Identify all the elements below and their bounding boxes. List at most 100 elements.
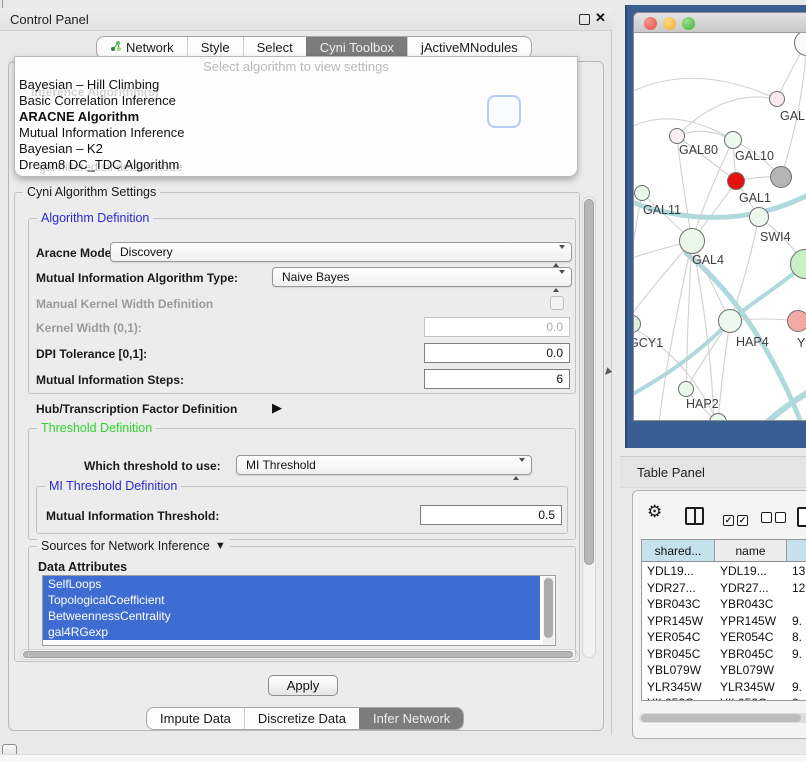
aracne-mode-select[interactable]: Discovery xyxy=(110,242,572,262)
dropdown-item[interactable]: Basic Correlation Inference xyxy=(19,93,176,109)
bottom-strip xyxy=(0,754,806,762)
table-panel: ⚙ ✓✓ shared... name YDL19...YDL19...13 Y… xyxy=(632,490,806,739)
tab-cyni-toolbox[interactable]: Cyni Toolbox xyxy=(306,37,407,58)
mi-steps-field[interactable]: 6 xyxy=(424,369,570,389)
table-panel-titlebar: Table Panel xyxy=(620,456,806,488)
table-row[interactable]: YDR27...YDR27...12 xyxy=(642,580,806,597)
tab-style[interactable]: Style xyxy=(187,37,243,58)
hub-definition-label: Hub/Transcription Factor Definition xyxy=(36,402,237,416)
algorithm-definition-title: Algorithm Definition xyxy=(37,211,153,225)
mi-threshold-field[interactable]: 0.5 xyxy=(420,505,562,525)
show-columns-icon[interactable]: ✓✓ xyxy=(723,510,751,528)
application-root: Control Panel ✕ Network Style Select Cyn… xyxy=(0,0,806,762)
gear-icon[interactable]: ⚙ xyxy=(647,502,662,522)
node-label: GAL xyxy=(780,109,805,123)
table-horizontal-scrollbar-thumb[interactable] xyxy=(641,714,801,722)
table-row[interactable]: YBR043CYBR043C xyxy=(642,596,806,613)
node-label: GAL10 xyxy=(735,149,774,163)
table-row[interactable]: YBR045CYBR045C9. xyxy=(642,646,806,663)
list-item[interactable]: gal4RGexp xyxy=(43,624,540,640)
control-panel-window: Control Panel ✕ Network Style Select Cyn… xyxy=(0,8,612,735)
mi-algorithm-type-label: Mutual Information Algorithm Type: xyxy=(36,271,238,285)
tab-impute-data[interactable]: Impute Data xyxy=(147,708,244,729)
dropdown-item[interactable]: Mutual Information Inference xyxy=(19,125,184,141)
column-header-shared-name[interactable]: shared... xyxy=(642,540,715,562)
node-label: SWI4 xyxy=(760,230,791,244)
network-node-gal80[interactable] xyxy=(669,128,685,144)
network-node-gal1-selected[interactable] xyxy=(727,172,745,190)
table-row[interactable]: YDL19...YDL19...13 xyxy=(642,563,806,580)
network-icon xyxy=(110,37,122,58)
list-item[interactable]: TopologicalCoefficient xyxy=(43,592,540,608)
table-row[interactable]: YBL079WYBL079W xyxy=(642,662,806,679)
list-item[interactable]: SelfLoops xyxy=(43,576,540,592)
node-label: GCY1 xyxy=(634,336,663,350)
network-node-hap2[interactable] xyxy=(678,381,694,397)
mi-algorithm-type-select[interactable]: Naive Bayes xyxy=(272,267,572,287)
dropdown-item[interactable]: Bayesian – Hill Climbing xyxy=(19,77,159,93)
manual-kernel-width-checkbox[interactable] xyxy=(550,296,564,310)
node-label: GAL80 xyxy=(679,143,718,157)
settings-vertical-scrollbar[interactable] xyxy=(582,196,596,658)
network-node-swi4[interactable] xyxy=(749,207,769,227)
network-node[interactable] xyxy=(769,91,785,107)
data-attributes-label: Data Attributes xyxy=(38,560,127,574)
combo-arrows-icon xyxy=(513,460,525,478)
tab-network-label: Network xyxy=(126,37,174,58)
network-node-gal4[interactable] xyxy=(679,228,705,254)
network-node-gal11[interactable] xyxy=(634,185,650,201)
settings-vertical-scrollbar-thumb[interactable] xyxy=(584,199,594,565)
network-node-gal10[interactable] xyxy=(724,131,742,149)
table-row[interactable]: YLR345WYLR345W9. xyxy=(642,679,806,696)
cyni-algorithm-settings-title: Cyni Algorithm Settings xyxy=(23,185,160,199)
network-node-gray[interactable] xyxy=(770,166,792,188)
dropdown-item[interactable]: Dream8 DC_TDC Algorithm xyxy=(19,157,179,173)
data-attributes-list: SelfLoops TopologicalCoefficient Between… xyxy=(42,575,556,646)
table-panel-title: Table Panel xyxy=(637,465,705,480)
bottom-tabbar: Impute Data Discretize Data Infer Networ… xyxy=(146,707,464,730)
node-label: Y xyxy=(797,336,805,350)
table-row[interactable]: YPR145WYPR145W9. xyxy=(642,613,806,630)
dpi-tolerance-field[interactable]: 0.0 xyxy=(424,343,570,363)
hide-columns-icon[interactable] xyxy=(761,510,789,528)
node-label: GAL11 xyxy=(643,203,681,217)
aracne-mode-label: Aracne Mode: xyxy=(36,246,115,260)
control-panel-titlebar: Control Panel ✕ xyxy=(0,8,612,31)
manual-kernel-width-label: Manual Kernel Width Definition xyxy=(36,297,213,311)
network-node-salmon[interactable] xyxy=(787,310,806,332)
close-traffic-light-icon[interactable] xyxy=(644,17,657,30)
tab-jactivemnodules[interactable]: jActiveMNodules xyxy=(407,37,531,58)
tab-infer-network[interactable]: Infer Network xyxy=(359,708,463,729)
which-threshold-label: Which threshold to use: xyxy=(84,459,221,473)
sources-collapse-icon[interactable]: ▼ xyxy=(215,540,226,552)
split-columns-icon[interactable] xyxy=(685,507,704,525)
attributes-list-scrollbar-thumb[interactable] xyxy=(544,578,553,638)
column-header-name[interactable]: name xyxy=(715,540,787,562)
tab-discretize-data[interactable]: Discretize Data xyxy=(244,708,359,729)
node-table: shared... name YDL19...YDL19...13 YDR27.… xyxy=(641,539,806,701)
network-canvas[interactable]: GAL GAL80 GAL10 GAL1 GAL11 SWI4 GAL4 GCY… xyxy=(634,33,806,421)
mi-threshold-label: Mutual Information Threshold: xyxy=(46,509,219,523)
tab-select[interactable]: Select xyxy=(243,37,306,58)
attributes-list-scrollbar[interactable] xyxy=(543,577,554,646)
zoom-traffic-light-icon[interactable] xyxy=(682,17,695,30)
network-window: GAL GAL80 GAL10 GAL1 GAL11 SWI4 GAL4 GCY… xyxy=(633,12,806,421)
close-icon[interactable]: ✕ xyxy=(595,10,606,26)
float-window-icon[interactable] xyxy=(579,14,590,25)
table-row[interactable]: YER054CYER054C8. xyxy=(642,629,806,646)
which-threshold-select[interactable]: MI Threshold xyxy=(236,455,532,475)
kernel-width-field[interactable]: 0.0 xyxy=(424,317,570,337)
hub-expand-icon[interactable]: ▶ xyxy=(272,400,282,416)
kernel-width-label: Kernel Width (0,1): xyxy=(36,321,142,335)
minimize-traffic-light-icon[interactable] xyxy=(663,17,676,30)
export-table-icon[interactable] xyxy=(797,507,806,527)
network-node-hap4[interactable] xyxy=(718,309,742,333)
dropdown-item[interactable]: Bayesian – K2 xyxy=(19,141,103,157)
table-horizontal-scrollbar[interactable] xyxy=(639,713,806,723)
apply-button[interactable]: Apply xyxy=(268,675,338,696)
list-item[interactable]: BetweennessCentrality xyxy=(43,608,540,624)
column-header[interactable] xyxy=(787,540,806,562)
dropdown-item-selected[interactable]: ARACNE Algorithm xyxy=(19,109,139,125)
tab-network[interactable]: Network xyxy=(97,37,187,58)
table-row[interactable]: YIL052CYIL052C0 xyxy=(642,695,806,701)
